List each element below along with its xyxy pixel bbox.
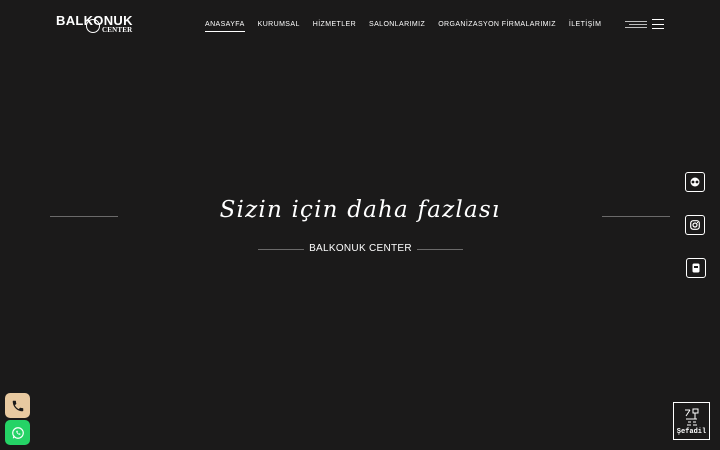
whatsapp-button[interactable] [5,420,30,445]
logo-ring-icon [86,19,100,33]
nav-item-organizasyon-firmalarimiz[interactable]: ORGANİZASYON FİRMALARIMIZ [438,20,556,32]
nav-item-iletisim[interactable]: İLETİŞİM [569,20,601,32]
hero-divider-right [602,216,670,217]
nav-item-hizmetler[interactable]: HİZMETLER [313,20,356,32]
hero-subtitle-wrap: BALKONUK CENTER [258,243,463,257]
sefadil-badge[interactable]: Şefadil [673,402,710,440]
hero-title: Sizin için daha fazlası [219,197,501,223]
hero-section: Sizin için daha fazlası BALKONUK CENTER [0,195,720,265]
phone-icon [12,400,23,411]
site-header: BALKONUK CENTER ANASAYFA KURUMSAL HİZMET… [0,0,720,50]
badge-text: Şefadil [676,428,707,436]
subtitle-divider-right [417,249,463,250]
instagram-icon[interactable] [685,215,705,235]
main-nav: ANASAYFA KURUMSAL HİZMETLER SALONLARIMIZ… [205,20,601,32]
whatsapp-icon [11,426,24,439]
sefadil-logo-icon [685,408,699,426]
nav-item-anasayfa[interactable]: ANASAYFA [205,20,245,32]
brand-logo[interactable]: BALKONUK CENTER [56,13,136,37]
nav-item-salonlarimiz[interactable]: SALONLARIMIZ [369,20,425,32]
nav-item-kurumsal[interactable]: KURUMSAL [258,20,300,32]
tripadvisor-icon[interactable] [685,172,705,192]
side-panel-lines-icon[interactable] [625,20,647,30]
brand-subtitle: CENTER [102,26,133,34]
phone-button[interactable] [5,393,30,418]
foursquare-icon[interactable] [686,258,706,278]
hamburger-menu-icon[interactable] [652,19,664,30]
